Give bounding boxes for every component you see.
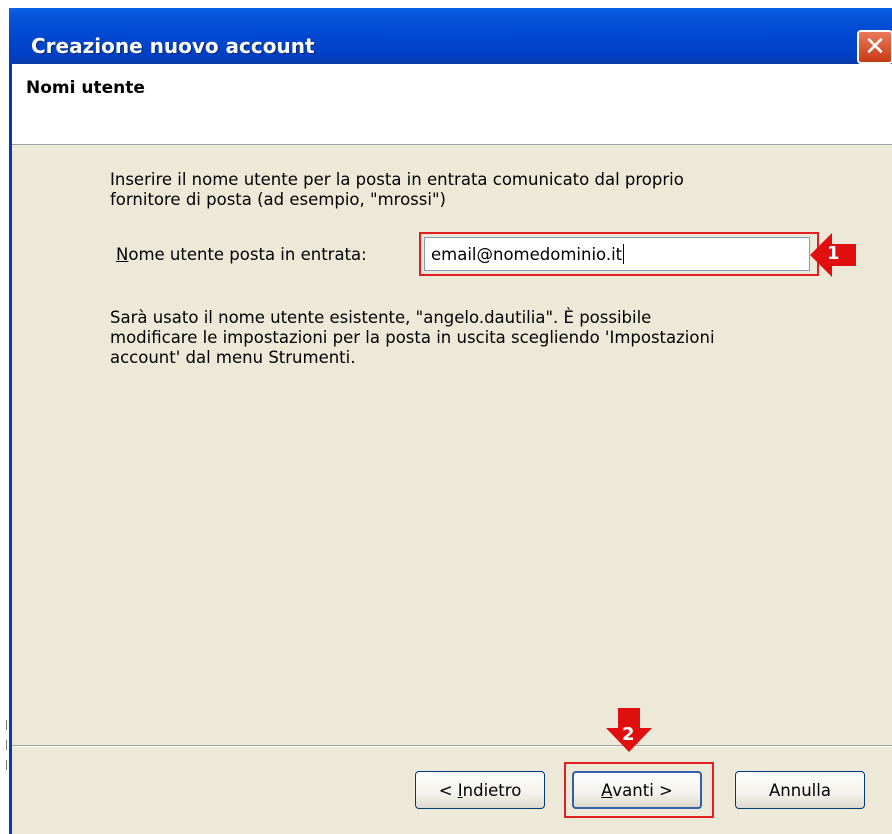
note-text: Sarà usato il nome utente esistente, "an… [110, 308, 715, 367]
back-button-label: ndietro [462, 780, 522, 800]
input-highlight-box [419, 232, 819, 276]
next-button[interactable]: Avanti > [572, 771, 702, 809]
back-button[interactable]: < Indietro [415, 771, 545, 809]
cancel-button[interactable]: Annulla [735, 771, 865, 809]
step-2-number: 2 [622, 724, 635, 745]
back-button-prefix: < [438, 780, 458, 800]
wizard-content: Inserire il nome utente per la posta in … [12, 145, 892, 834]
instruction-text: Inserire il nome utente per la posta in … [110, 170, 684, 209]
step-2-arrow-icon: 2 [606, 708, 652, 752]
username-label: Nome utente posta in entrata: [116, 245, 367, 264]
wizard-header: Nomi utente [12, 64, 892, 145]
step-1-number: 1 [827, 243, 840, 264]
window-title: Creazione nuovo account [31, 34, 315, 58]
step-1-arrow-icon: 1 [810, 233, 856, 277]
next-button-label: vanti > [612, 780, 673, 800]
cancel-button-label: Annulla [769, 780, 831, 800]
close-button[interactable]: ✕ [857, 30, 892, 64]
page-title: Nomi utente [26, 78, 145, 98]
close-icon: ✕ [864, 32, 886, 62]
username-label-accel: N [116, 245, 129, 264]
username-label-text: ome utente posta in entrata: [128, 245, 367, 264]
left-edge-strip [0, 600, 9, 834]
button-separator [12, 745, 892, 747]
next-button-accel: A [601, 780, 613, 800]
title-bar[interactable]: Creazione nuovo account ✕ [9, 8, 892, 64]
